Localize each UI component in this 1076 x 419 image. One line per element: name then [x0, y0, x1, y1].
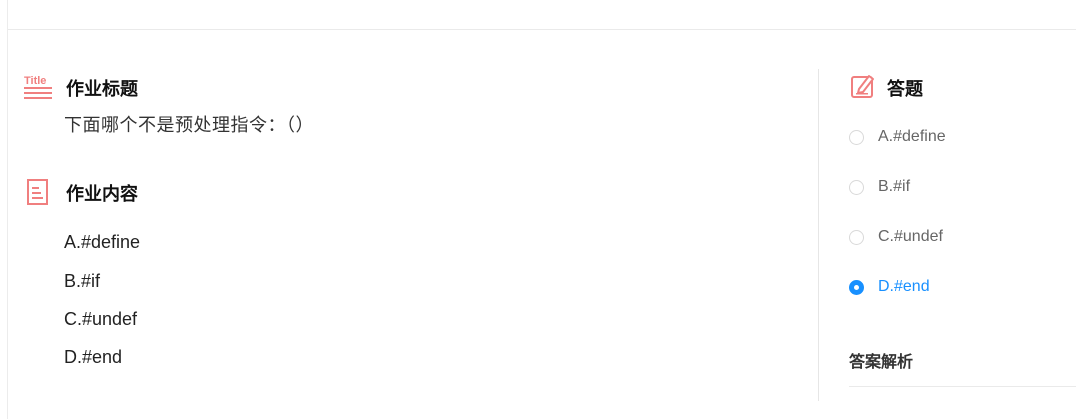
top-bar [8, 0, 1076, 30]
homework-page: Title 作业标题 下面哪个不是预处理指令：（） 作业内容 A.#define… [7, 0, 1076, 419]
content-option-b: B.#if [64, 271, 101, 291]
edit-icon [850, 73, 876, 104]
analysis-divider [849, 386, 1076, 387]
radio-button-checked[interactable] [849, 279, 864, 295]
title-icon-text: Title [24, 75, 46, 87]
homework-title-heading: 作业标题 [66, 79, 138, 99]
title-icon: Title [23, 74, 53, 107]
homework-content-heading: 作业内容 [66, 184, 138, 204]
content-option-d: D.#end [64, 347, 123, 367]
content-option-c: C.#undef [64, 309, 138, 329]
radio-button[interactable] [849, 179, 864, 195]
radio-button[interactable] [849, 129, 864, 145]
answer-choice-d[interactable]: D.#end [849, 275, 930, 299]
answer-choice-label[interactable]: D.#end [878, 278, 930, 296]
document-icon [26, 178, 50, 211]
answer-choice-label[interactable]: C.#undef [878, 228, 943, 246]
answer-analysis-heading: 答案解析 [849, 354, 914, 371]
answer-heading: 答题 [887, 79, 923, 99]
answer-choice-label[interactable]: A.#define [878, 128, 946, 146]
homework-panel: Title 作业标题 下面哪个不是预处理指令：（） 作业内容 A.#define… [8, 30, 818, 419]
answer-choice-label[interactable]: B.#if [878, 178, 910, 196]
content-option-a: A.#define [64, 232, 141, 252]
question-text: 下面哪个不是预处理指令：（） [64, 115, 314, 135]
answer-choice-a[interactable]: A.#define [849, 125, 946, 149]
answer-panel: 答题 A.#define B.#if C.#undef D.#end 答案解析 [819, 30, 1076, 419]
radio-button[interactable] [849, 229, 864, 245]
answer-choice-b[interactable]: B.#if [849, 175, 910, 199]
answer-choice-c[interactable]: C.#undef [849, 225, 943, 249]
